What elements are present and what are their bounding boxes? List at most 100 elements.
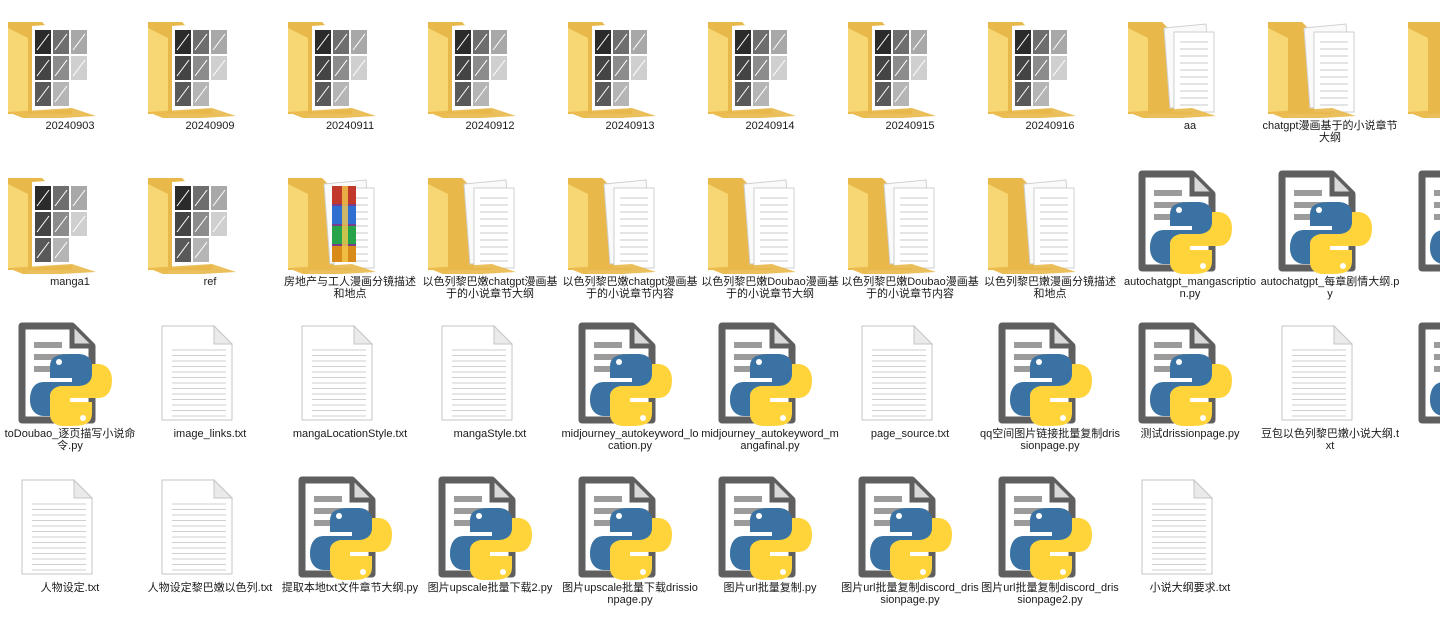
file-item[interactable]: 提取本地txt文件章节大纲.py [280, 470, 420, 620]
folder-item[interactable]: 20240903 [0, 8, 140, 158]
file-item[interactable]: 合并 [1400, 316, 1440, 466]
item-name-label: 以色列黎巴嫩chatgpt漫画基于的小说章节大纲 [422, 276, 558, 300]
item-name-label: 小说大纲要求.txt [1149, 582, 1231, 594]
folder-manga-icon [420, 8, 560, 118]
file-item[interactable]: 图片upscale批量下载2.py [420, 470, 560, 620]
file-item[interactable]: 测试drissionpage.py [1120, 316, 1260, 466]
folder-manga-icon [140, 164, 280, 274]
folder-item[interactable]: 以色列黎巴嫩漫画分镜描述和地点 [980, 164, 1120, 314]
file-item[interactable]: mangaStyle.txt [420, 316, 560, 466]
folder-manga-icon [700, 8, 840, 118]
python-file-icon [420, 470, 560, 580]
item-name-label: autochatgpt_每章剧情大纲.py [1260, 276, 1400, 300]
python-file-icon [0, 316, 140, 426]
folder-manga-icon [0, 8, 140, 118]
file-item[interactable]: 豆包以色列黎巴嫩小说大纲.txt [1260, 316, 1400, 466]
item-name-label: 以色列黎巴嫩chatgpt漫画基于的小说章节内容 [562, 276, 698, 300]
file-item[interactable]: 图片url批量复制discord_drissionpage.py [840, 470, 980, 620]
item-name-label: 图片url批量复制discord_drissionpage2.py [981, 582, 1119, 606]
python-file-icon [280, 470, 420, 580]
python-file-icon [1120, 164, 1260, 274]
folder-item[interactable]: 20240914 [700, 8, 840, 158]
file-item[interactable]: midjourney_autokeyword_location.py [560, 316, 700, 466]
file-item[interactable]: page_source.txt [840, 316, 980, 466]
file-item[interactable]: 小说大纲要求.txt [1120, 470, 1260, 620]
file-item[interactable]: qq空间图片链接批量复制drissionpage.py [980, 316, 1120, 466]
folder-archive-icon [280, 164, 420, 274]
python-file-icon [1120, 316, 1260, 426]
file-item[interactable]: 图片upscale批量下载drissionpage.py [560, 470, 700, 620]
item-name-label: midjourney_autokeyword_mangafinal.py [701, 428, 839, 452]
item-name-label: 20240903 [45, 120, 95, 132]
python-file-icon [700, 470, 840, 580]
folder-item[interactable]: 房地产与工人漫画分镜描述和地点 [280, 164, 420, 314]
folder-item[interactable]: chatgpt漫画 [1400, 8, 1440, 158]
folder-manga-icon [0, 164, 140, 274]
folder-item[interactable]: 20240916 [980, 8, 1120, 158]
item-name-label: ref [203, 276, 217, 288]
folder-item[interactable]: 以色列黎巴嫩Doubao漫画基于的小说章节大纲 [700, 164, 840, 314]
folder-manga-icon [840, 8, 980, 118]
item-name-label: autochatgpt_mangascription.py [1123, 276, 1257, 300]
python-file-icon [980, 470, 1120, 580]
item-name-label: 20240915 [885, 120, 935, 132]
item-name-label: qq空间图片链接批量复制drissionpage.py [980, 428, 1120, 452]
folder-item[interactable]: 20240913 [560, 8, 700, 158]
folder-item[interactable]: 20240911 [280, 8, 420, 158]
item-name-label: mangaStyle.txt [453, 428, 527, 440]
file-item[interactable]: autochatgpt_每章剧情大纲.py [1260, 164, 1400, 314]
item-name-label: mangaLocationStyle.txt [292, 428, 408, 440]
folder-manga-icon [140, 8, 280, 118]
file-item[interactable]: 人物设定黎巴嫩以色列.txt [140, 470, 280, 620]
folder-documents-icon [980, 164, 1120, 274]
folder-documents-icon [420, 164, 560, 274]
item-name-label: 20240916 [1025, 120, 1075, 132]
folder-manga-icon [560, 8, 700, 118]
text-file-icon [420, 316, 560, 426]
folder-item[interactable]: 20240915 [840, 8, 980, 158]
file-item[interactable]: autochatgp [1400, 164, 1440, 314]
folder-documents-icon [560, 164, 700, 274]
item-name-label: midjourney_autokeyword_location.py [561, 428, 699, 452]
folder-item[interactable]: aa [1120, 8, 1260, 158]
item-name-label: toDoubao_逐页描写小说命令.py [4, 428, 136, 452]
folder-item[interactable]: ref [140, 164, 280, 314]
python-file-icon [1260, 164, 1400, 274]
python-file-icon [700, 316, 840, 426]
item-name-label: 20240911 [325, 120, 375, 132]
file-item[interactable]: 图片url批量复制.py [700, 470, 840, 620]
item-name-label: aa [1183, 120, 1197, 132]
file-item[interactable]: image_links.txt [140, 316, 280, 466]
item-name-label: 测试drissionpage.py [1140, 428, 1240, 440]
file-item[interactable]: autochatgpt_mangascription.py [1120, 164, 1260, 314]
file-item[interactable]: midjourney_autokeyword_mangafinal.py [700, 316, 840, 466]
folder-manga-icon [980, 8, 1120, 118]
folder-item[interactable]: chatgpt漫画基于的小说章节大纲 [1260, 8, 1400, 158]
file-item[interactable]: 图片url批量复制discord_drissionpage2.py [980, 470, 1120, 620]
item-name-label: page_source.txt [870, 428, 950, 440]
item-name-label: autochatgp [1400, 276, 1440, 288]
item-name-label: 20240913 [605, 120, 655, 132]
folder-item[interactable]: manga1 [0, 164, 140, 314]
folder-documents-icon [1400, 8, 1440, 118]
item-name-label: 以色列黎巴嫩Doubao漫画基于的小说章节大纲 [701, 276, 839, 300]
item-name-label: chatgpt漫画 [1400, 120, 1440, 132]
item-name-label: 合并 [1400, 428, 1440, 440]
item-name-label: 豆包以色列黎巴嫩小说大纲.txt [1260, 428, 1400, 452]
folder-item[interactable]: 20240909 [140, 8, 280, 158]
folder-item[interactable]: 20240912 [420, 8, 560, 158]
file-item[interactable]: 人物设定.txt [0, 470, 140, 620]
folder-item[interactable]: 以色列黎巴嫩chatgpt漫画基于的小说章节大纲 [420, 164, 560, 314]
folder-item[interactable]: 以色列黎巴嫩Doubao漫画基于的小说章节内容 [840, 164, 980, 314]
item-name-label: image_links.txt [173, 428, 247, 440]
file-item[interactable]: mangaLocationStyle.txt [280, 316, 420, 466]
item-name-label: 图片url批量复制.py [723, 582, 817, 594]
file-item[interactable]: toDoubao_逐页描写小说命令.py [0, 316, 140, 466]
folder-documents-icon [840, 164, 980, 274]
text-file-icon [140, 470, 280, 580]
text-file-icon [0, 470, 140, 580]
python-file-icon [560, 470, 700, 580]
item-name-label: chatgpt漫画基于的小说章节大纲 [1262, 120, 1398, 144]
folder-item[interactable]: 以色列黎巴嫩chatgpt漫画基于的小说章节内容 [560, 164, 700, 314]
python-file-icon [840, 470, 980, 580]
